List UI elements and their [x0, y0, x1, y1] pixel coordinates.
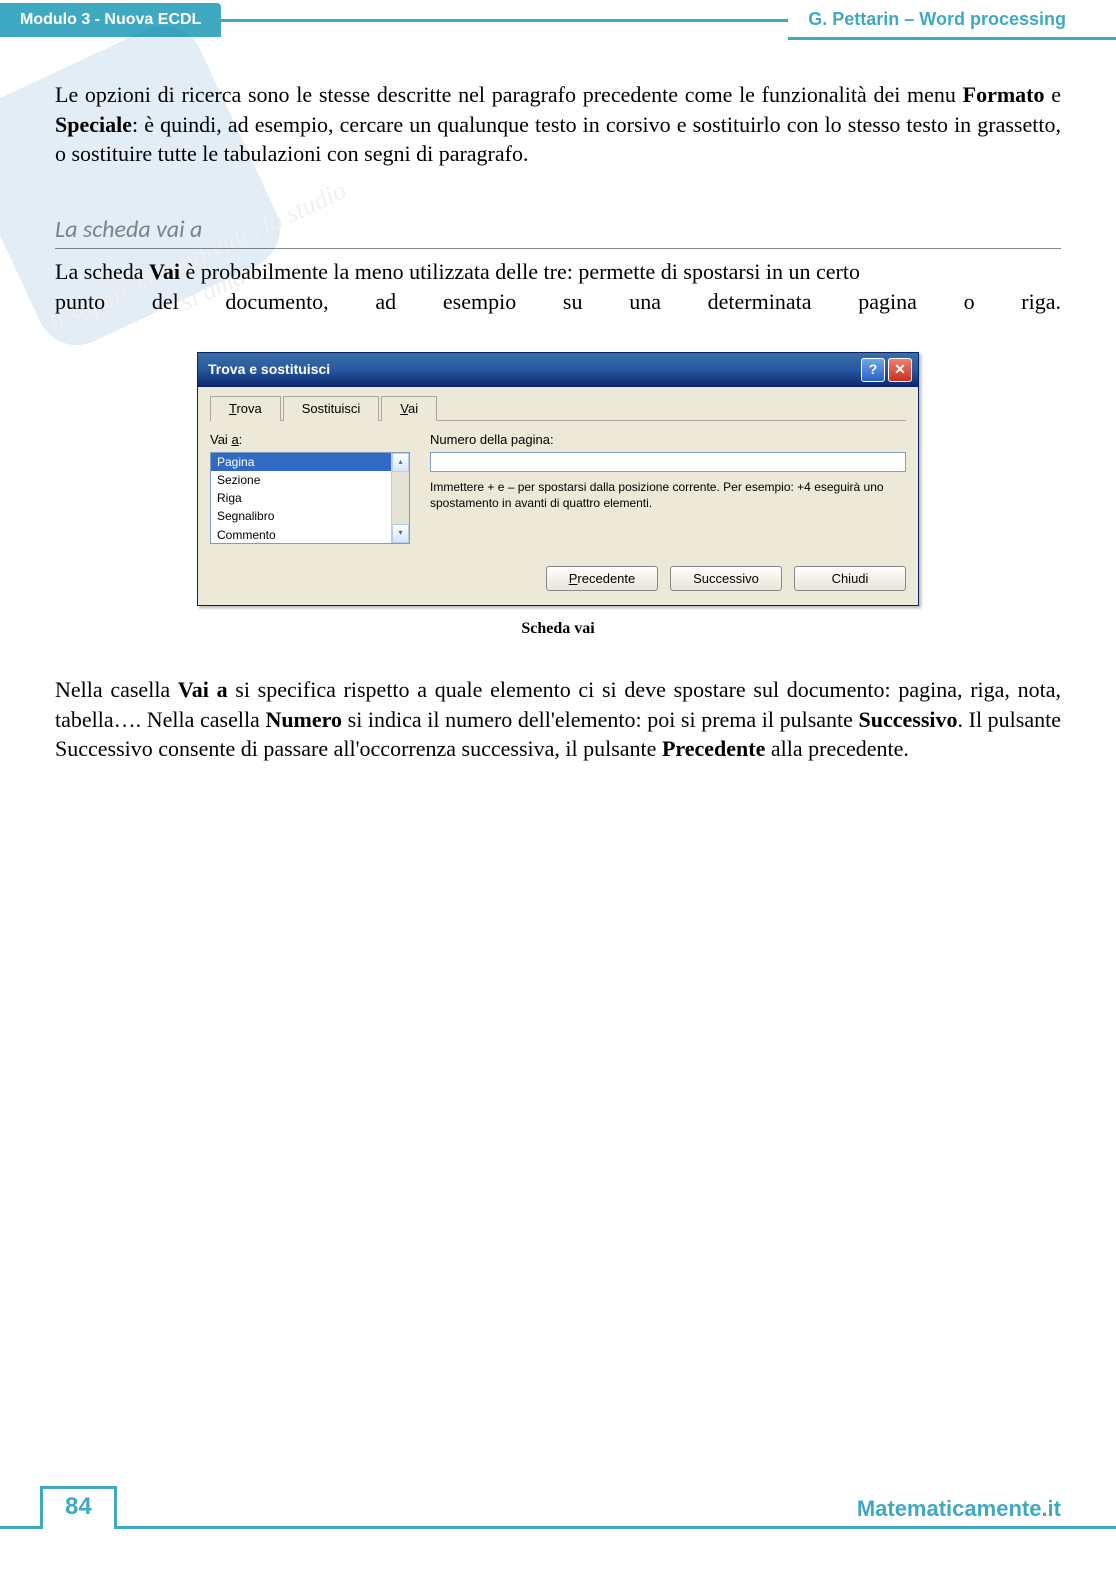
- vaia-label: Vai a:: [210, 431, 410, 449]
- previous-button[interactable]: Precedente: [546, 566, 658, 592]
- close-button[interactable]: Chiudi: [794, 566, 906, 592]
- list-item[interactable]: Pagina: [211, 453, 391, 471]
- list-item[interactable]: Commento: [211, 526, 391, 543]
- text: Nella casella: [55, 677, 178, 702]
- dialog-tabs: Trova Sostituisci Vai: [210, 395, 906, 422]
- site-label: Matematicamente.it: [117, 1496, 1116, 1529]
- tab-vai[interactable]: Vai: [381, 396, 437, 422]
- text-bold: Numero: [265, 707, 342, 732]
- text-bold: Vai: [149, 259, 180, 284]
- paragraph-intro: Le opzioni di ricerca sono le stesse des…: [55, 80, 1061, 169]
- tab-trova[interactable]: Trova: [210, 396, 281, 422]
- close-icon[interactable]: ✕: [888, 358, 912, 382]
- hint-text: Immettere + e – per spostarsi dalla posi…: [430, 480, 906, 511]
- text-bold: Precedente: [662, 736, 765, 761]
- text: successiva, il pulsante: [462, 736, 662, 761]
- text: Le opzioni di ricerca sono le stesse des…: [55, 82, 867, 107]
- scrollbar[interactable]: ▴ ▾: [391, 453, 409, 543]
- module-tab: Modulo 3 - Nuova ECDL: [0, 3, 221, 37]
- author-label: G. Pettarin – Word processing: [788, 1, 1116, 40]
- dialog-figure: Trova e sostituisci ? ✕ Trova Sostituisc…: [55, 352, 1061, 640]
- text-bold: Vai a: [178, 677, 228, 702]
- vaia-listbox[interactable]: Pagina Sezione Riga Segnalibro Commento …: [210, 452, 410, 544]
- text-bold: Speciale: [55, 112, 132, 137]
- numero-label: Numero della pagina:: [430, 431, 906, 449]
- text: paragrafo.: [439, 141, 529, 166]
- text: si specifica rispetto a quale elemento c…: [228, 677, 891, 702]
- text: prema il pulsante: [701, 707, 858, 732]
- dialog-title: Trova e sostituisci: [208, 360, 861, 379]
- text: alla precedente.: [765, 736, 909, 761]
- scroll-up-icon[interactable]: ▴: [392, 453, 409, 472]
- tab-sostituisci[interactable]: Sostituisci: [283, 396, 380, 422]
- text: : è quindi, ad esempio, cercare un qualu…: [132, 112, 687, 137]
- text-bold: Formato: [963, 82, 1045, 107]
- text: dei menu: [873, 82, 962, 107]
- dialog-titlebar[interactable]: Trova e sostituisci ? ✕: [198, 353, 918, 387]
- text-bold: Successivo: [859, 707, 958, 732]
- page-header: Modulo 3 - Nuova ECDL G. Pettarin – Word…: [0, 0, 1116, 40]
- list-item[interactable]: Segnalibro: [211, 507, 391, 525]
- page-footer: 84 Matematicamente.it: [0, 1519, 1116, 1579]
- text: si indica il numero dell'elemento: poi s…: [342, 707, 696, 732]
- page-number: 84: [40, 1486, 117, 1529]
- scroll-down-icon[interactable]: ▾: [392, 524, 409, 543]
- find-replace-dialog: Trova e sostituisci ? ✕ Trova Sostituisc…: [197, 352, 919, 607]
- section-title: La scheda vai a: [55, 214, 1061, 249]
- figure-caption: Scheda vai: [55, 618, 1061, 640]
- header-rule: [221, 19, 788, 22]
- help-icon[interactable]: ?: [861, 358, 885, 382]
- list-item[interactable]: Sezione: [211, 471, 391, 489]
- page-number-input[interactable]: [430, 452, 906, 472]
- text: è probabilmente la meno utilizzata delle…: [180, 259, 860, 284]
- next-button[interactable]: Successivo: [670, 566, 782, 592]
- text: punto del documento, ad esempio su una d…: [55, 289, 1061, 314]
- paragraph-vai: La scheda Vai è probabilmente la meno ut…: [55, 257, 1061, 316]
- text: e: [1045, 82, 1061, 107]
- text: La scheda: [55, 259, 149, 284]
- list-item[interactable]: Riga: [211, 489, 391, 507]
- paragraph-explain: Nella casella Vai a si specifica rispett…: [55, 675, 1061, 764]
